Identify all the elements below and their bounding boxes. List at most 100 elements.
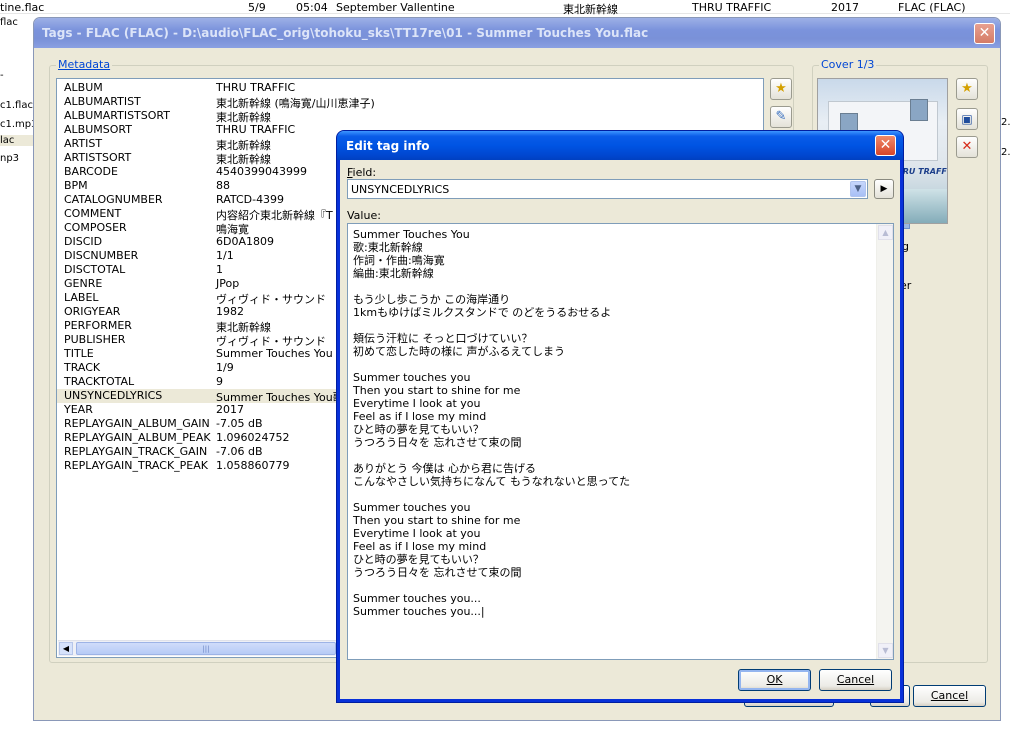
metadata-key: TITLE [64, 347, 94, 360]
lyric-line: 初めて恋した時の様に 声がふるえてしまう [353, 345, 565, 358]
metadata-row[interactable]: ALBUMARTIST 東北新幹線 (鳴海寛/山川恵津子) [57, 95, 763, 110]
scroll-thumb[interactable]: ||| [76, 642, 336, 655]
lyric-line: Everytime I look at you [353, 527, 481, 540]
metadata-key: DISCTOTAL [64, 263, 126, 276]
save-cover-disk-icon[interactable]: ▣ [956, 108, 978, 130]
cover-window-shape [910, 99, 928, 121]
lyric-line: Summer touches you [353, 501, 471, 514]
lyric-line: 1kmもゆけばミルクスタンドで のどをうるおせるよ [353, 306, 612, 319]
metadata-value: THRU TRAFFIC [216, 123, 296, 136]
bg-duration: 05:04 [296, 1, 328, 14]
metadata-key: DISCNUMBER [64, 249, 139, 262]
ok-button[interactable]: OK [738, 669, 811, 691]
scroll-left-arrow-icon[interactable]: ◀ [59, 642, 73, 655]
lyric-line [353, 488, 873, 501]
metadata-value: 6D0A1809 [216, 235, 274, 248]
metadata-value: -7.05 dB [216, 417, 263, 430]
metadata-key: LABEL [64, 291, 99, 304]
lyric-line: うつろう日々を 忘れさせて束の間 [353, 566, 522, 579]
metadata-key: ALBUMSORT [64, 123, 132, 136]
lyric-line [353, 319, 873, 332]
tags-cancel-button[interactable]: Cancel [913, 685, 986, 707]
metadata-key: ALBUMARTISTSORT [64, 109, 170, 122]
bg-right-text: 2. [1001, 147, 1010, 158]
bg-artist: 東北新幹線 [563, 3, 618, 16]
metadata-key: TRACKTOTAL [64, 375, 135, 388]
metadata-key: YEAR [64, 403, 93, 416]
lyric-line: 作詞・作曲:鳴海寛 [353, 254, 445, 267]
tags-close-button[interactable]: ✕ [974, 23, 995, 44]
metadata-key: UNSYNCEDLYRICS [64, 389, 163, 402]
bg-list-item[interactable]: flac [0, 17, 18, 28]
field-select[interactable]: UNSYNCEDLYRICS ▼ [347, 179, 868, 199]
edit-close-button[interactable]: ✕ [875, 135, 896, 156]
bg-year: 2017 [831, 1, 859, 14]
add-field-star-icon[interactable]: ★ [770, 78, 792, 100]
metadata-value: 88 [216, 179, 230, 192]
metadata-key: REPLAYGAIN_ALBUM_PEAK [64, 431, 211, 444]
metadata-key: COMMENT [64, 207, 122, 220]
metadata-key: ALBUMARTIST [64, 95, 141, 108]
lyric-line: 歌:東北新幹線 [353, 241, 423, 254]
scroll-down-arrow-icon[interactable]: ▼ [878, 643, 893, 658]
bg-list-item[interactable]: np3 [0, 153, 19, 164]
metadata-value: 2017 [216, 403, 244, 416]
lyric-line: Summer touches you... [353, 592, 481, 605]
lyric-line [353, 579, 873, 592]
lyric-line: ありがとう 今僕は 心から君に告げる [353, 462, 536, 475]
metadata-key: REPLAYGAIN_TRACK_GAIN [64, 445, 208, 458]
metadata-value: 1/1 [216, 249, 234, 262]
bg-track: 5/9 [248, 1, 266, 14]
metadata-value: JPop [216, 277, 240, 290]
background-right-column: 2. 2. [1000, 14, 1010, 732]
metadata-key: ORIGYEAR [64, 305, 121, 318]
metadata-key: GENRE [64, 277, 103, 290]
bg-list-item-selected[interactable]: lac [0, 135, 36, 146]
metadata-key: CATALOGNUMBER [64, 193, 163, 206]
remove-cover-x-icon[interactable]: ✕ [956, 136, 978, 158]
lyric-line: Then you start to shine for me [353, 384, 521, 397]
metadata-value: THRU TRAFFIC [216, 81, 296, 94]
field-label: Field: [347, 166, 377, 179]
metadata-value: 4540399043999 [216, 165, 307, 178]
metadata-key: PERFORMER [64, 319, 132, 332]
metadata-row[interactable]: UNSYNCEDLYRICS Summer Touches You歌: [57, 389, 347, 404]
metadata-key: ALBUM [64, 81, 103, 94]
metadata-key: REPLAYGAIN_ALBUM_GAIN [64, 417, 210, 430]
lyric-line: 頬伝う汗粒に そっと口づけていい？ [353, 332, 533, 345]
metadata-value: Summer Touches You [216, 347, 333, 360]
background-file-list[interactable]: flac - c1.flac c1.mp3 lac np3 [0, 14, 36, 732]
lyric-line: Feel as if I lose my mind [353, 540, 487, 553]
lyric-line: Everytime I look at you [353, 397, 481, 410]
metadata-row[interactable]: ALBUM THRU TRAFFIC [57, 81, 763, 95]
edit-tag-dialog: Edit tag info ✕ Field: UNSYNCEDLYRICS ▼ … [337, 131, 903, 702]
metadata-value: RATCD-4399 [216, 193, 285, 206]
metadata-row[interactable]: ALBUMARTISTSORT 東北新幹線 [57, 109, 763, 124]
chevron-down-icon[interactable]: ▼ [850, 181, 866, 197]
metadata-key: COMPOSER [64, 221, 127, 234]
lyric-line: 編曲:東北新幹線 [353, 267, 434, 280]
bg-list-item[interactable]: c1.mp3 [0, 119, 36, 130]
metadata-value: 1.058860779 [216, 459, 290, 472]
metadata-value: 9 [216, 375, 223, 388]
bg-list-item[interactable]: c1.flac [0, 100, 33, 111]
lyric-line [353, 449, 873, 462]
lyric-line: Feel as if I lose my mind [353, 410, 487, 423]
cover-group-label: Cover 1/3 [819, 58, 877, 71]
bg-album: THRU TRAFFIC [692, 1, 772, 14]
metadata-value: 1 [216, 263, 223, 276]
scroll-up-arrow-icon[interactable]: ▲ [878, 225, 893, 240]
edit-field-pencil-icon[interactable]: ✎ [770, 106, 792, 128]
bg-right-text: 2. [1001, 117, 1010, 128]
bg-list-item[interactable]: - [0, 70, 4, 81]
bg-title: September Vallentine [336, 1, 455, 14]
edit-dialog-title: Edit tag info [337, 131, 903, 160]
edit-cancel-button[interactable]: Cancel [819, 669, 892, 691]
value-vertical-scrollbar[interactable]: ▲ ▼ [876, 224, 893, 659]
next-field-arrow-icon[interactable]: ▶ [874, 179, 894, 199]
value-textarea[interactable]: Summer Touches You 歌:東北新幹線 作詞・作曲:鳴海寛 編曲:東北新… [347, 223, 894, 660]
add-cover-star-icon[interactable]: ★ [956, 78, 978, 100]
metadata-group-label: Metadata [56, 58, 113, 71]
metadata-key: TRACK [64, 361, 101, 374]
background-track-row[interactable]: tine.flac 5/9 05:04 September Vallentine… [0, 0, 1010, 16]
